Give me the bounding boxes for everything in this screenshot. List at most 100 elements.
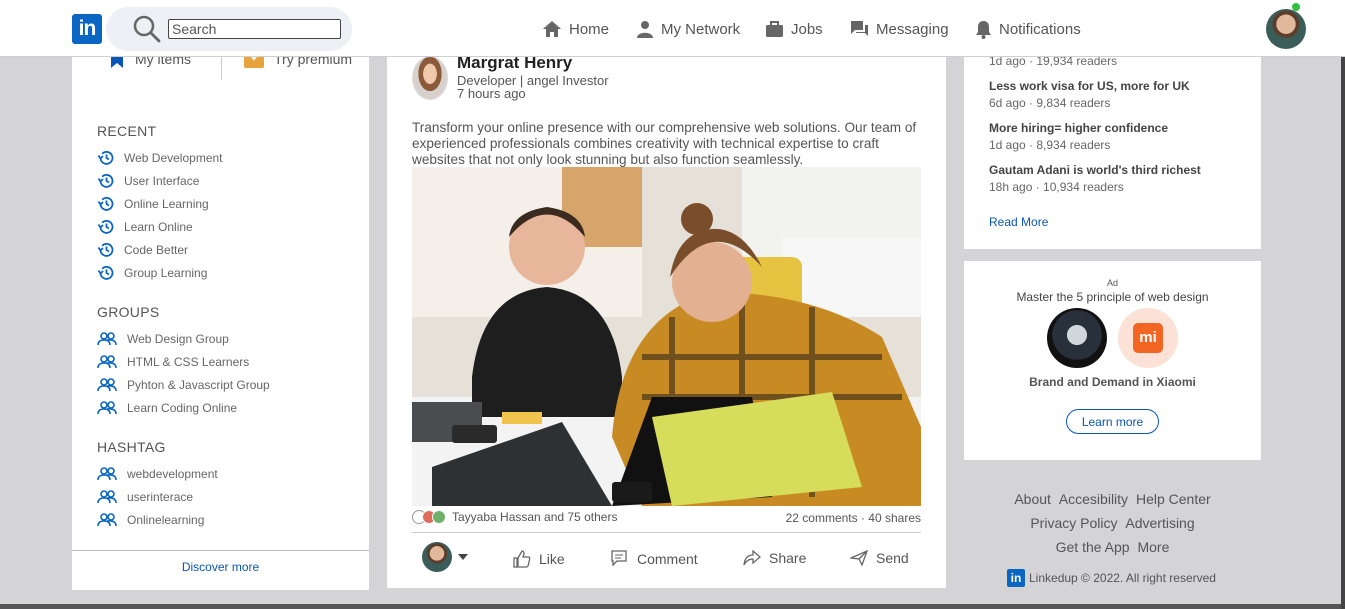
feed-post: Margrat Henry Developer | angel Investor… <box>387 40 946 588</box>
footer-link-privacy[interactable]: Privacy Policy <box>1030 515 1117 531</box>
send-icon <box>850 550 868 566</box>
bell-icon <box>976 20 991 39</box>
hashtags-item-label: webdevelopment <box>127 467 218 481</box>
footer-row-3: Get the App More <box>964 539 1261 555</box>
linkedin-logo[interactable]: in <box>72 14 102 44</box>
recent-item-label: User Interface <box>124 174 200 188</box>
nav-messaging-label: Messaging <box>876 20 949 38</box>
nav-jobs-label: Jobs <box>791 20 823 38</box>
groups-item[interactable]: HTML & CSS Learners <box>97 353 249 371</box>
learn-more-button[interactable]: Learn more <box>1066 409 1159 434</box>
nav-home-label: Home <box>569 20 610 38</box>
recent-item[interactable]: User Interface <box>97 172 199 190</box>
group-icon <box>97 378 117 392</box>
news-meta: 1d ago · 8,934 readers <box>989 138 1111 152</box>
read-more-link[interactable]: Read More <box>989 215 1048 229</box>
left-divider <box>72 550 369 551</box>
groups-item-label: Pyhton & Javascript Group <box>127 378 270 392</box>
recent-item-label: Web Development <box>124 151 223 165</box>
hashtags-item[interactable]: userinterace <box>97 488 193 506</box>
news-meta: 6d ago · 9,834 readers <box>989 96 1111 110</box>
history-icon <box>97 220 114 234</box>
footer-link-accessibility[interactable]: Accesibility <box>1059 491 1128 507</box>
recent-item[interactable]: Online Learning <box>97 195 209 213</box>
ad-brand: Brand and Demand in Xiaomi <box>1029 375 1196 389</box>
xiaomi-logo: mi <box>1133 323 1163 353</box>
like-button[interactable]: Like <box>513 550 565 568</box>
group-icon <box>97 490 117 504</box>
groups-item[interactable]: Learn Coding Online <box>97 399 237 417</box>
ad-label: Ad <box>1106 278 1118 288</box>
groups-item-label: HTML & CSS Learners <box>127 355 250 369</box>
nav-home[interactable]: Home <box>542 18 609 40</box>
chevron-down-icon[interactable] <box>458 554 468 560</box>
reactions-text: Tayyaba Hassan and 75 others <box>452 510 618 524</box>
ad-user-avatar <box>1047 308 1107 368</box>
footer-link-help-center[interactable]: Help Center <box>1136 491 1211 507</box>
groups-item-label: Web Design Group <box>127 332 229 346</box>
news-title[interactable]: Gautam Adani is world's third richest <box>989 163 1201 177</box>
comment-button[interactable]: Comment <box>611 550 698 567</box>
footer-link-get-app[interactable]: Get the App <box>1056 539 1130 555</box>
window-scrollbar[interactable] <box>1341 0 1345 609</box>
history-icon <box>97 174 114 188</box>
author-avatar[interactable] <box>412 56 448 100</box>
copyright: in Linkedup © 2022. All right reserved <box>1007 569 1216 587</box>
search-input[interactable] <box>168 19 341 39</box>
thumbs-up-icon <box>513 550 531 568</box>
history-icon <box>97 266 114 280</box>
profile-avatar[interactable] <box>1266 9 1306 49</box>
nav-my-network[interactable]: My Network <box>636 18 740 40</box>
share-button[interactable]: Share <box>743 550 806 566</box>
groups-item[interactable]: Web Design Group <box>97 330 229 348</box>
actor-avatar[interactable] <box>422 542 452 572</box>
nav-notifications[interactable]: Notifications <box>975 18 1081 40</box>
recent-item[interactable]: Web Development <box>97 149 223 167</box>
recent-item[interactable]: Code Better <box>97 241 188 259</box>
left-sidebar: My items Try premium RECENT Web Developm… <box>72 30 369 590</box>
people-icon <box>637 21 653 38</box>
nav-jobs[interactable]: Jobs <box>765 18 823 40</box>
history-icon <box>97 151 114 165</box>
discover-more-link[interactable]: Discover more <box>72 560 369 574</box>
post-stats[interactable]: 22 comments · 40 shares <box>786 511 921 525</box>
search-icon[interactable] <box>133 15 161 43</box>
group-icon <box>97 332 117 346</box>
groups-title: GROUPS <box>97 304 160 320</box>
comment-label: Comment <box>637 550 698 567</box>
news-title[interactable]: More hiring= higher confidence <box>989 121 1168 135</box>
comment-icon <box>611 550 627 567</box>
home-icon <box>543 21 561 37</box>
footer-link-more[interactable]: More <box>1137 539 1169 555</box>
briefcase-icon <box>766 20 783 37</box>
hashtags-item-label: userinterace <box>127 490 194 504</box>
post-text: Transform your online presence with our … <box>412 120 917 167</box>
footer-link-about[interactable]: About <box>1014 491 1051 507</box>
group-icon <box>97 513 117 527</box>
recent-item-label: Learn Online <box>124 220 193 234</box>
recent-item[interactable]: Group Learning <box>97 264 207 282</box>
send-button[interactable]: Send <box>850 550 909 566</box>
nav-messaging[interactable]: Messaging <box>850 18 949 40</box>
footer-row-1: About Accesibility Help Center <box>964 491 1261 507</box>
nav-notifications-label: Notifications <box>999 20 1081 38</box>
nav-my-network-label: My Network <box>661 20 741 38</box>
footer-row-2: Privacy Policy Advertising <box>964 515 1261 531</box>
group-icon <box>97 355 117 369</box>
news-title[interactable]: Less work visa for US, more for UK <box>989 79 1190 93</box>
share-icon <box>743 550 761 566</box>
hashtags-item[interactable]: Onlinelearning <box>97 511 204 529</box>
groups-item[interactable]: Pyhton & Javascript Group <box>97 376 270 394</box>
recent-item-label: Online Learning <box>124 197 209 211</box>
post-time: 7 hours ago <box>457 86 526 101</box>
footer-link-advertising[interactable]: Advertising <box>1125 515 1194 531</box>
hashtags-item[interactable]: webdevelopment <box>97 465 218 483</box>
reaction-summary[interactable]: Tayyaba Hassan and 75 others <box>412 510 617 524</box>
share-label: Share <box>769 550 807 566</box>
hashtags-item-label: Onlinelearning <box>127 513 205 527</box>
chat-icon <box>851 21 868 36</box>
recent-item[interactable]: Learn Online <box>97 218 193 236</box>
group-icon <box>97 467 117 481</box>
send-label: Send <box>876 550 909 566</box>
post-image[interactable] <box>412 167 921 506</box>
